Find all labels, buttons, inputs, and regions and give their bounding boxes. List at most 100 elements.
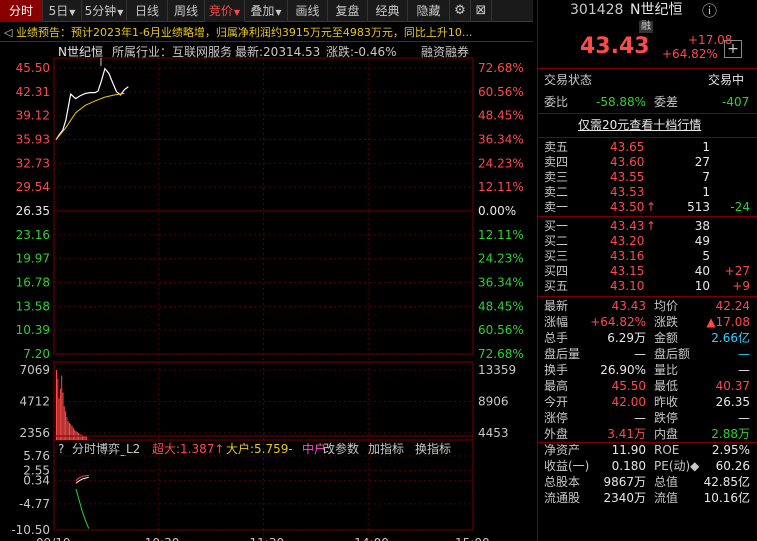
tab-6[interactable]: 叠加▼ — [245, 0, 288, 22]
stat-label: 盘后额 — [654, 347, 691, 361]
tab-label: 5日 — [48, 4, 69, 18]
chart-svg: N世纪恒 所属行业：互联网服务 最新:20314.53 涨跌:-0.46% 融资融券 45… — [11, 44, 524, 541]
asks-price: 43.53 — [610, 185, 645, 199]
stat-value: 3.41万 — [607, 427, 646, 441]
chevron-down-icon: ▼ — [117, 8, 124, 17]
stat-value: 10.16亿 — [703, 491, 750, 505]
indicator-label_q[interactable]: ? — [58, 442, 64, 456]
tab-8[interactable]: 复盘 — [328, 0, 368, 22]
stat-label: 流值 — [654, 491, 679, 505]
stat-row: 流通股 2340万 流值 10.16亿 — [538, 491, 757, 507]
bids-price: 43.15 — [610, 264, 645, 278]
tab-3[interactable]: 日线 — [127, 0, 168, 22]
bids-label: 买三 — [544, 249, 569, 263]
tab-1[interactable]: 5日▼ — [43, 0, 82, 22]
settings-icon[interactable]: ⚙ — [450, 0, 471, 22]
tab-9[interactable]: 经典 — [368, 0, 408, 22]
asks-label: 卖一 — [544, 200, 569, 214]
tab-4[interactable]: 周线 — [168, 0, 205, 22]
stat-value: 43.43 — [611, 299, 646, 313]
stat-value: — — [738, 411, 750, 425]
asks-label: 卖二 — [544, 185, 569, 199]
asks-label: 卖五 — [544, 140, 569, 154]
tab-0[interactable]: 分时 — [0, 0, 43, 22]
status-label: 交易状态 — [544, 73, 593, 87]
divider — [538, 137, 757, 138]
banner-text: 业绩预告：预计2023年1-6月业绩略增，归属净利润约3915万元至4983万元… — [15, 26, 473, 39]
asks-row: 卖三 43.55 7 — [538, 170, 757, 185]
price-tick: 32.73 — [16, 156, 50, 170]
stat-label: 最低 — [654, 379, 679, 393]
asks-volume: 7 — [702, 170, 710, 184]
stat-label: 昨收 — [654, 395, 679, 409]
tab-label: 经典 — [375, 4, 400, 18]
time-tick: 14:00 — [354, 536, 389, 541]
tab-2[interactable]: 5分钟▼ — [82, 0, 127, 22]
price-tick: 42.31 — [16, 85, 50, 99]
stat-value: 45.50 — [611, 379, 646, 393]
volume-bar — [85, 436, 87, 440]
divider — [538, 68, 757, 69]
stat-label: 均价 — [654, 299, 679, 313]
asks-delta: -24 — [730, 200, 750, 214]
promo-link[interactable]: 仅需20元查看十档行情 — [578, 117, 701, 133]
tab-label: 日线 — [134, 4, 159, 18]
bids-volume: 40 — [694, 264, 710, 278]
tab-7[interactable]: 画线 — [288, 0, 328, 22]
stat-value: — — [634, 347, 646, 361]
time-tick: 10:30 — [145, 536, 180, 541]
earnings-banner[interactable]: ◁ 业绩预告：预计2023年1-6月业绩略增，归属净利润约3915万元至4983… — [0, 24, 533, 42]
bids-volume: 38 — [694, 219, 710, 233]
asks-price: 43.55 — [610, 170, 645, 184]
volume-tick: 2356 — [19, 426, 50, 440]
stat-value: 9867万 — [603, 475, 646, 489]
stat-label: 净资产 — [544, 443, 581, 457]
indicator-add[interactable]: 加指标 — [368, 441, 404, 456]
volume-bar — [67, 421, 69, 440]
divider — [538, 296, 757, 297]
tab-label: 叠加 — [250, 4, 275, 18]
stat-row: 涨停 — 跌停 — — [538, 411, 757, 427]
bids-label: 买五 — [544, 279, 569, 293]
indicator-param[interactable]: 改参数 — [323, 441, 359, 456]
volume-bar — [79, 434, 81, 440]
volume-bar — [56, 370, 57, 440]
bids-row: 买二 43.20 49 — [538, 234, 757, 249]
up-arrow-icon: ↑ — [646, 219, 657, 233]
stat-row: 最高 45.50 最低 40.37 — [538, 379, 757, 395]
info-icon[interactable]: ⓘ — [702, 0, 717, 21]
bids-row: 买五 43.10 10 +9 — [538, 279, 757, 294]
bids-row: 买一 43.43 ↑ 38 — [538, 219, 757, 234]
stat-value: 2.66亿 — [711, 331, 750, 345]
volume-bar — [69, 423, 70, 440]
chart-header-industry: 所属行业：互联网服务 — [112, 44, 232, 59]
tab-10[interactable]: 隐藏 — [408, 0, 450, 22]
stat-row: 外盘 3.41万 内盘 2.88万 — [538, 427, 757, 443]
plus-icon[interactable]: + — [724, 40, 742, 58]
tab-5[interactable]: 竞价▼ — [205, 0, 245, 22]
volume-tick: 7069 — [19, 363, 50, 377]
chart-header-latest: 最新:20314.53 — [235, 44, 320, 59]
time-tick: 15:00 — [455, 536, 490, 541]
stat-label: 盘后量 — [544, 347, 581, 361]
weicha-label: 委差 — [654, 95, 679, 109]
tab-label: 竞价 — [208, 4, 233, 18]
indicator-tick: -10.50 — [11, 523, 50, 537]
stat-row: 最新 43.43 均价 42.24 — [538, 299, 757, 315]
intraday-chart[interactable]: N世纪恒 所属行业：互联网服务 最新:20314.53 涨跌:-0.46% 融资融券 45… — [0, 42, 533, 541]
volume-bar — [61, 375, 63, 440]
weicha-value: -407 — [722, 95, 750, 109]
close-icon[interactable]: ⊠ — [471, 0, 492, 22]
volume-bar — [84, 436, 86, 440]
pct-tick: 24.23% — [478, 252, 524, 266]
stat-label: 内盘 — [654, 427, 679, 441]
bids-volume: 10 — [694, 279, 710, 293]
price-tick: 39.12 — [16, 109, 50, 123]
indicator-switch[interactable]: 换指标 — [415, 441, 451, 456]
divider — [538, 442, 757, 443]
tab-label: 5分钟 — [84, 4, 117, 18]
stat-value: 40.37 — [715, 379, 750, 393]
chart-header-name: N世纪恒 — [58, 45, 103, 59]
indicator-white-line — [75, 476, 89, 484]
stat-label: ROE — [654, 443, 680, 457]
